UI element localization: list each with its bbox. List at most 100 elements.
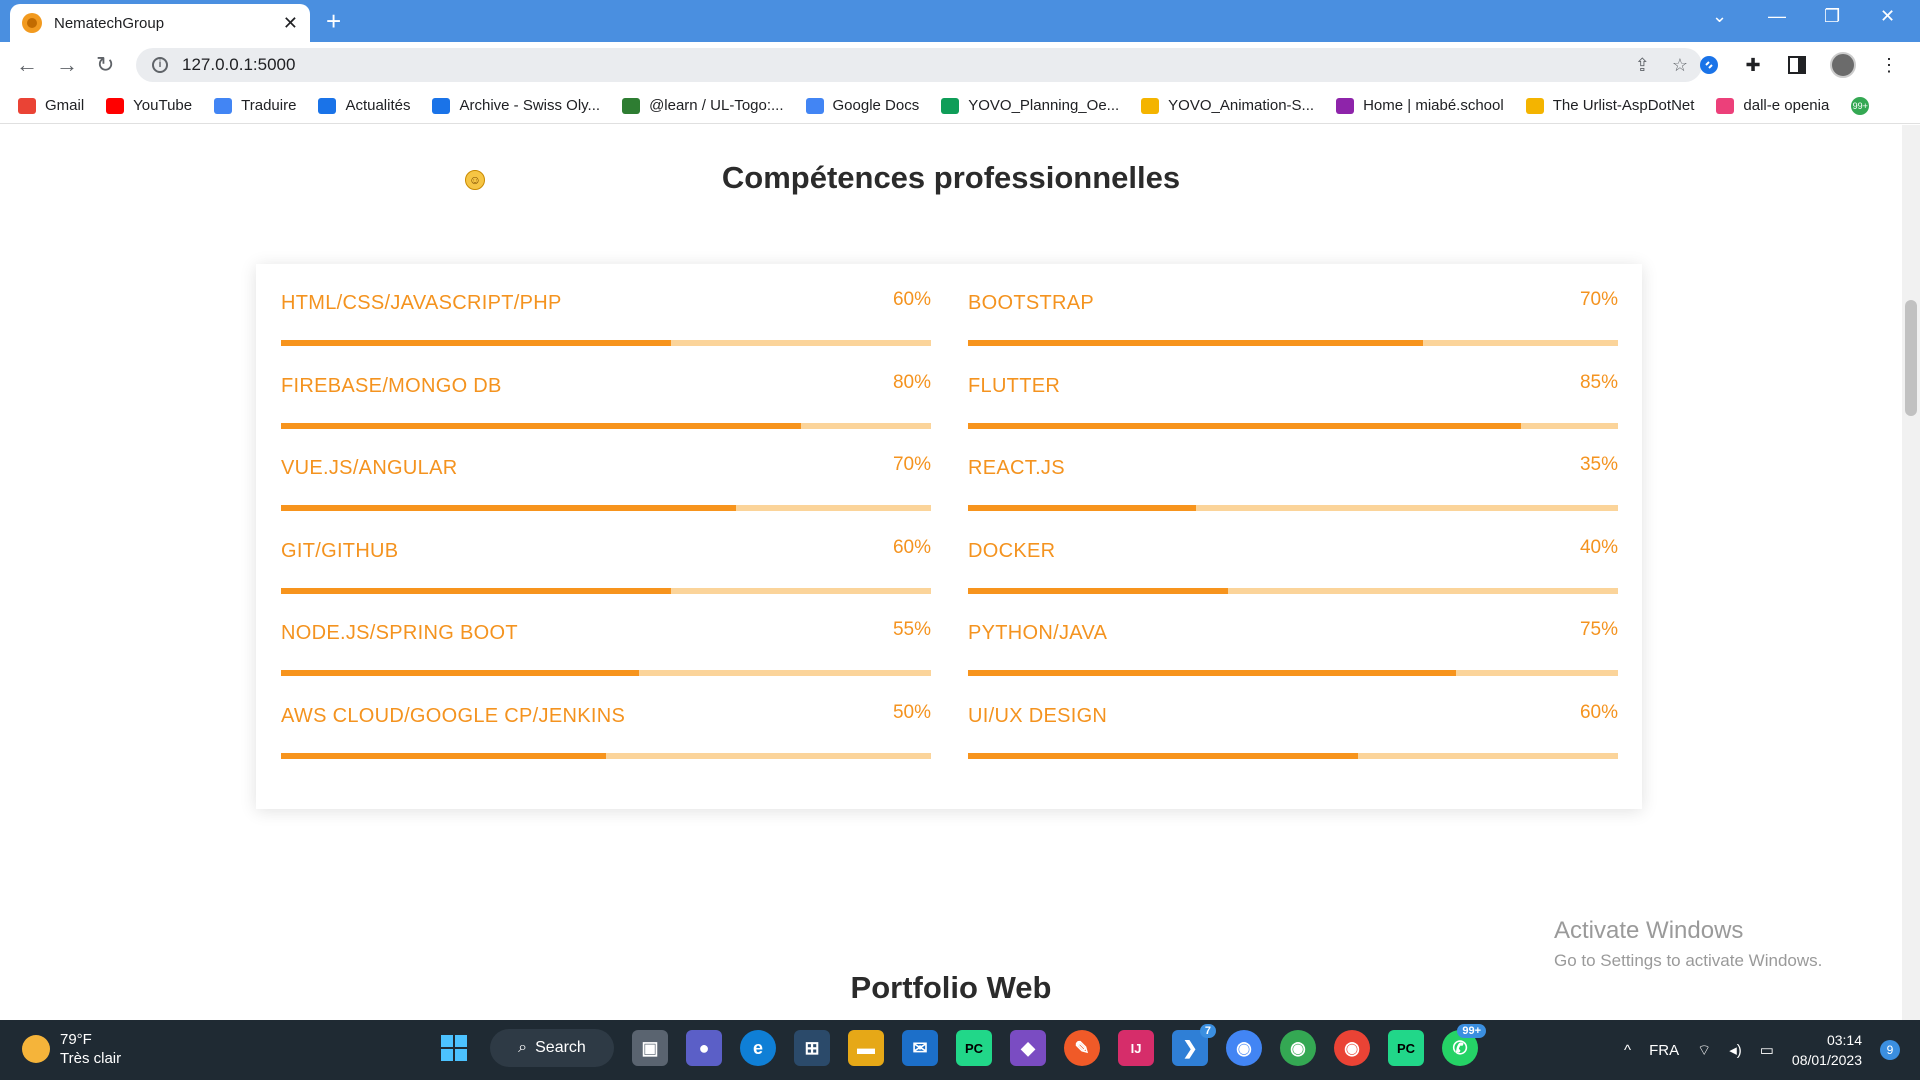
shazam-extension-icon[interactable] (1698, 54, 1720, 76)
skill-progress-bar (281, 340, 931, 346)
bookmark-favicon-icon (622, 97, 641, 114)
skill-item: REACT.JS 35% (968, 429, 1618, 511)
volume-icon[interactable]: ◂) (1729, 1041, 1742, 1059)
skill-progress-bar (968, 340, 1618, 346)
intellij-idea-icon[interactable]: IJ (1118, 1030, 1154, 1066)
menu-kebab-icon[interactable]: ⋮ (1878, 54, 1900, 76)
taskbar-search-button[interactable]: ⌕ Search (490, 1029, 614, 1067)
skill-name: FLUTTER (968, 374, 1061, 397)
bookmark-star-icon[interactable]: ☆ (1672, 55, 1688, 76)
visual-studio-icon[interactable]: ◆ (1010, 1030, 1046, 1066)
skills-card: HTML/CSS/JAVASCRIPT/PHP 60% BOOTSTRAP 70% FI… (256, 264, 1642, 809)
bookmark-favicon-icon (941, 97, 960, 114)
browser-tab[interactable]: NematechGroup ✕ (10, 4, 310, 42)
pycharm-community-icon[interactable]: PC (1388, 1030, 1424, 1066)
file-explorer-icon[interactable]: ▬ (848, 1030, 884, 1066)
bookmark-favicon-icon (1336, 97, 1355, 114)
taskbar-search-label: Search (535, 1039, 586, 1056)
address-bar[interactable]: i 127.0.0.1:5000 ⇪ ☆ (136, 48, 1702, 82)
skill-progress-bar (281, 587, 931, 594)
bookmark-item[interactable]: Traduire (214, 97, 296, 114)
bookmark-label: @learn / UL-Togo:... (649, 97, 784, 114)
postman-icon[interactable]: ✎ (1064, 1030, 1100, 1066)
tab-search-chevron-icon[interactable]: ⌄ (1712, 6, 1727, 27)
skill-item: FLUTTER 85% (968, 347, 1618, 429)
back-arrow-icon[interactable]: ← (16, 52, 38, 78)
chrome-profile-3-icon[interactable]: ◉ (1334, 1030, 1370, 1066)
notification-count-badge[interactable]: 9 (1880, 1040, 1900, 1060)
search-icon: ⌕ (518, 1039, 528, 1056)
system-tray: ^ FRA ⌔ ◂) ▭ 03:14 08/01/2023 9 (1624, 1030, 1900, 1070)
bookmark-badge[interactable]: 99+ (1851, 96, 1870, 115)
chrome-profile-2-icon[interactable]: ◉ (1280, 1030, 1316, 1066)
restore-button[interactable]: ❐ (1824, 6, 1840, 27)
scrollbar-thumb[interactable] (1905, 300, 1917, 416)
language-indicator[interactable]: FRA (1649, 1042, 1679, 1059)
mail-icon[interactable]: ✉ (902, 1030, 938, 1066)
page-scrollbar[interactable] (1902, 125, 1920, 1020)
skill-progress-fill (968, 422, 1521, 429)
edge-browser-icon[interactable]: e (740, 1030, 776, 1066)
bookmark-favicon-icon (1716, 97, 1735, 114)
skill-item: HTML/CSS/JAVASCRIPT/PHP 60% (281, 264, 931, 346)
teams-chat-icon[interactable]: ● (686, 1030, 722, 1066)
portfolio-section-title: Portfolio Web (850, 970, 1052, 1005)
moon-weather-icon (22, 1035, 50, 1063)
profile-avatar[interactable] (1830, 52, 1856, 78)
skill-progress-bar (281, 670, 931, 676)
minimize-button[interactable]: — (1768, 6, 1786, 27)
tab-title: NematechGroup (54, 14, 165, 32)
bookmark-item[interactable]: Gmail (18, 97, 84, 114)
bookmark-item[interactable]: Google Docs (805, 97, 919, 114)
skill-progress-bar (968, 752, 1618, 759)
clock[interactable]: 03:14 08/01/2023 (1792, 1030, 1862, 1070)
bookmark-item[interactable]: Home | miabé.school (1336, 97, 1504, 114)
weather-widget[interactable]: 79°F Très clair (22, 1030, 121, 1068)
reload-icon[interactable]: ↻ (96, 52, 114, 78)
side-panel-icon[interactable] (1786, 54, 1808, 76)
tab-close-icon[interactable]: ✕ (283, 13, 298, 34)
skill-name: HTML/CSS/JAVASCRIPT/PHP (281, 292, 562, 314)
bookmark-item[interactable]: Actualités (318, 97, 410, 114)
share-icon[interactable]: ⇪ (1635, 55, 1650, 76)
forward-arrow-icon[interactable]: → (56, 52, 78, 78)
vscode-badge: 7 (1199, 1024, 1216, 1038)
microsoft-store-icon[interactable]: ⊞ (794, 1030, 830, 1066)
new-tab-button[interactable]: + (326, 6, 341, 37)
bookmark-item[interactable]: @learn / UL-Togo:... (622, 97, 784, 114)
bookmark-item[interactable]: dall-e openia (1716, 97, 1829, 114)
bookmark-item[interactable]: YOVO_Animation-S... (1141, 97, 1314, 114)
bookmark-item[interactable]: YouTube (106, 97, 192, 114)
bookmark-label: YOVO_Animation-S... (1168, 97, 1315, 114)
skill-name: BOOTSTRAP (968, 292, 1095, 314)
pycharm-icon[interactable]: PC (956, 1030, 992, 1066)
bookmark-label: Traduire (241, 97, 297, 114)
wifi-icon[interactable]: ⌔ (1697, 1041, 1711, 1060)
skill-progress-fill (281, 752, 606, 759)
whatsapp-icon[interactable]: ✆ 99+ (1442, 1024, 1486, 1066)
tray-overflow-chevron-icon[interactable]: ^ (1624, 1042, 1631, 1059)
bookmark-item[interactable]: Archive - Swiss Oly... (432, 97, 600, 114)
extensions-puzzle-icon[interactable]: ✚ (1742, 54, 1764, 76)
skill-progress-fill (281, 422, 801, 429)
battery-icon[interactable]: ▭ (1760, 1041, 1774, 1059)
task-view-icon[interactable]: ▣ (632, 1030, 668, 1066)
start-windows-icon[interactable] (436, 1030, 472, 1066)
skill-percentage: 70% (1579, 289, 1618, 310)
bookmark-item[interactable]: The Urlist-AspDotNet (1525, 97, 1694, 114)
skill-progress-bar (968, 422, 1618, 429)
chrome-icon-active[interactable]: ◉ (1226, 1030, 1262, 1066)
activate-windows-title: Activate Windows (1554, 917, 1744, 944)
site-info-icon[interactable]: i (152, 57, 168, 73)
skill-progress-bar (968, 670, 1618, 676)
skill-item: DOCKER 40% (968, 512, 1618, 594)
bookmark-favicon-icon (106, 97, 125, 114)
bookmark-favicon-icon (432, 97, 451, 114)
skill-name: NODE.JS/SPRING BOOT (281, 622, 518, 644)
skill-progress-fill (968, 587, 1228, 594)
skill-progress-bar (281, 505, 931, 511)
bookmark-item[interactable]: YOVO_Planning_Oe... (941, 97, 1119, 114)
close-window-button[interactable]: ✕ (1880, 6, 1895, 27)
vscode-icon[interactable]: ❯ 7 (1172, 1024, 1216, 1066)
skill-percentage: 60% (892, 536, 931, 558)
